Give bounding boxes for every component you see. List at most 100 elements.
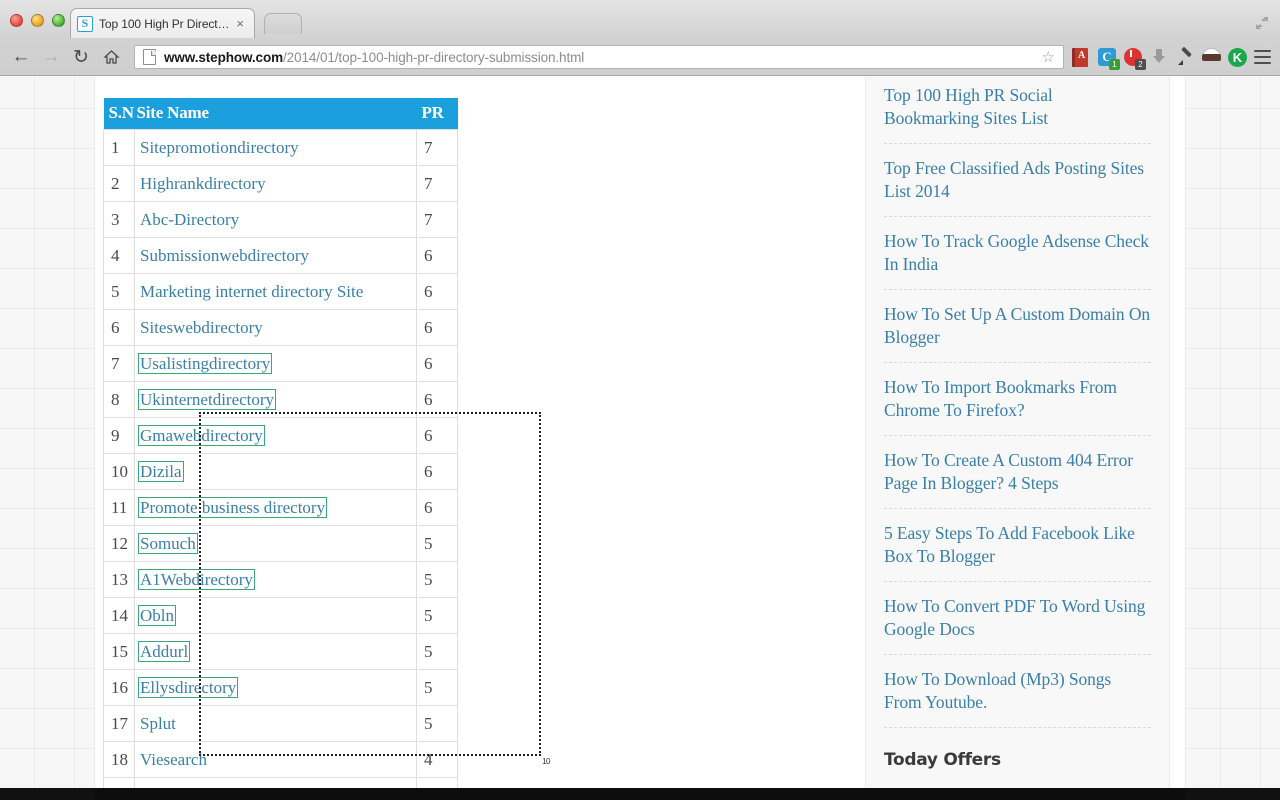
pr-directory-table: S.N Site Name PR 1 Sitepromotiondirectory… xyxy=(103,98,458,788)
directory-site-link[interactable]: Somuch xyxy=(138,532,198,555)
row-serial-number: 14 xyxy=(103,597,135,634)
sidebar-post-link[interactable]: How To Download (Mp3) Songs From Youtube… xyxy=(884,655,1151,728)
sidebar-post-link[interactable]: How To Track Google Adsense Check In Ind… xyxy=(884,217,1151,290)
new-tab-button[interactable] xyxy=(264,13,302,34)
table-row: 17 Splut 5 xyxy=(103,705,458,742)
tab-title: Top 100 High Pr Directory xyxy=(99,16,233,31)
table-row: 1 Sitepromotiondirectory 7 xyxy=(103,129,458,166)
home-button[interactable] xyxy=(98,44,124,70)
forward-button[interactable]: → xyxy=(38,44,64,70)
row-site-name-cell: Splut xyxy=(134,705,417,742)
table-row: 19Prolinkdirectory4 xyxy=(103,777,458,788)
row-site-name-cell: Usalistingdirectory xyxy=(134,345,417,382)
row-pr-value: 5 xyxy=(416,597,458,634)
address-bar[interactable]: www.stephow.com/2014/01/top-100-high-pr-… xyxy=(134,45,1064,69)
row-serial-number: 11 xyxy=(103,489,135,526)
row-site-name-cell: Somuch xyxy=(134,525,417,562)
restore-window-icon[interactable] xyxy=(1254,15,1270,31)
directory-site-link[interactable]: Siteswebdirectory xyxy=(140,318,263,337)
c-extension-badge: 1 xyxy=(1109,58,1120,70)
row-site-name-cell: Gmawebdirectory xyxy=(134,417,417,454)
sidebar-widget: Top 100 High PR Social Bookmarking Sites… xyxy=(865,76,1170,788)
table-header-sn: S.N xyxy=(103,98,135,130)
directory-site-link[interactable]: Obln xyxy=(138,604,176,627)
k-extension-icon[interactable]: K xyxy=(1228,47,1247,67)
directory-site-link[interactable]: Usalistingdirectory xyxy=(137,352,273,375)
table-row: 15 Addurl 5 xyxy=(103,633,458,670)
window-traffic-lights xyxy=(10,14,65,27)
row-serial-number: 1 xyxy=(103,129,135,166)
directory-site-link[interactable]: Ukinternetdirectory xyxy=(137,388,277,411)
url-text: www.stephow.com/2014/01/top-100-high-pr-… xyxy=(164,50,584,65)
row-serial-number: 12 xyxy=(103,525,135,562)
row-serial-number: 18 xyxy=(103,741,135,778)
page-viewport: S.N Site Name PR 1 Sitepromotiondirectory… xyxy=(0,76,1280,788)
reload-button[interactable]: ↻ xyxy=(68,44,94,70)
incognito-mask-extension-icon[interactable] xyxy=(1202,47,1221,67)
dictionary-extension-icon[interactable] xyxy=(1072,47,1091,67)
sidebar-post-link[interactable]: How To Convert PDF To Word Using Google … xyxy=(884,582,1151,655)
opera-extension-badge: 2 xyxy=(1135,58,1146,70)
table-row: 10 Dizila 6 xyxy=(103,453,458,490)
table-body: 1 Sitepromotiondirectory 7 2 Highrankdirecto… xyxy=(103,129,458,788)
row-pr-value: 7 xyxy=(416,165,458,202)
table-header-row: S.N Site Name PR xyxy=(103,98,458,130)
directory-site-link[interactable]: Dizila xyxy=(138,460,184,483)
row-site-name-cell: Viesearch xyxy=(134,741,417,778)
close-tab-icon[interactable]: × xyxy=(232,17,248,30)
row-serial-number: 9 xyxy=(103,417,135,454)
minimize-window-button[interactable] xyxy=(31,14,44,27)
directory-site-link[interactable]: Marketing internet directory Site xyxy=(140,282,363,301)
row-pr-value: 5 xyxy=(416,525,458,562)
sidebar-links-list: Top 100 High PR Social Bookmarking Sites… xyxy=(884,76,1151,728)
row-pr-value: 5 xyxy=(416,561,458,598)
directory-site-link[interactable]: Addurl xyxy=(137,640,191,663)
row-site-name-cell: Sitepromotiondirectory xyxy=(134,129,417,166)
zoom-window-button[interactable] xyxy=(52,14,65,27)
directory-site-link[interactable]: Submissionwebdirectory xyxy=(140,246,309,265)
row-site-name-cell: A1Webdirectory xyxy=(134,561,417,598)
directory-site-link[interactable]: Promote business directory xyxy=(137,496,328,519)
download-extension-icon[interactable] xyxy=(1150,48,1169,67)
row-serial-number: 3 xyxy=(103,201,135,238)
table-row: 16 Ellysdirectory 5 xyxy=(103,669,458,706)
page-info-icon[interactable] xyxy=(143,49,156,65)
row-site-name-cell: Siteswebdirectory xyxy=(134,309,417,346)
back-button[interactable]: ← xyxy=(8,44,34,70)
eyedropper-extension-icon[interactable] xyxy=(1176,48,1195,67)
opera-extension-icon[interactable]: 2 xyxy=(1124,47,1146,70)
extension-tray: C 1 2 K xyxy=(1072,47,1280,70)
sidebar-post-link[interactable]: How To Create A Custom 404 Error Page In… xyxy=(884,436,1151,509)
directory-site-link[interactable]: Splut xyxy=(140,714,176,733)
row-pr-value: 6 xyxy=(416,309,458,346)
page-background-left xyxy=(0,76,95,788)
sidebar-post-link[interactable]: Top Free Classified Ads Posting Sites Li… xyxy=(884,144,1151,217)
browser-tab[interactable]: S Top 100 High Pr Directory × xyxy=(70,8,255,38)
directory-site-link[interactable]: Abc-Directory xyxy=(140,210,239,229)
table-row: 13 A1Webdirectory 5 xyxy=(103,561,458,598)
tab-strip: S Top 100 High Pr Directory × xyxy=(0,0,1280,38)
row-site-name-cell: Prolinkdirectory xyxy=(134,777,417,788)
c-extension-icon[interactable]: C 1 xyxy=(1098,47,1120,70)
sidebar-post-link[interactable]: 5 Easy Steps To Add Facebook Like Box To… xyxy=(884,509,1151,582)
directory-site-link[interactable]: Viesearch xyxy=(140,750,207,769)
row-serial-number: 8 xyxy=(103,381,135,418)
row-site-name-cell: Ukinternetdirectory xyxy=(134,381,417,418)
row-site-name-cell: Promote business directory xyxy=(134,489,417,526)
directory-site-link[interactable]: Ellysdirectory xyxy=(137,676,239,699)
table-row: 2 Highrankdirectory 7 xyxy=(103,165,458,202)
row-serial-number: 2 xyxy=(103,165,135,202)
directory-site-link[interactable]: Sitepromotiondirectory xyxy=(140,138,299,157)
sidebar-post-link[interactable]: How To Import Bookmarks From Chrome To F… xyxy=(884,363,1151,436)
sidebar-post-link[interactable]: How To Set Up A Custom Domain On Blogger xyxy=(884,290,1151,363)
row-serial-number: 19 xyxy=(103,777,135,788)
directory-site-link[interactable]: Gmawebdirectory xyxy=(138,424,265,447)
table-row: 8 Ukinternetdirectory 6 xyxy=(103,381,458,418)
sidebar-post-link[interactable]: Top 100 High PR Social Bookmarking Sites… xyxy=(884,76,1151,144)
directory-site-link[interactable]: Highrankdirectory xyxy=(140,174,266,193)
directory-site-link[interactable]: A1Webdirectory xyxy=(138,568,255,591)
bookmark-star-icon[interactable]: ☆ xyxy=(1042,48,1059,66)
table-row: 12 Somuch 5 xyxy=(103,525,458,562)
browser-menu-icon[interactable] xyxy=(1254,50,1271,64)
close-window-button[interactable] xyxy=(10,14,23,27)
